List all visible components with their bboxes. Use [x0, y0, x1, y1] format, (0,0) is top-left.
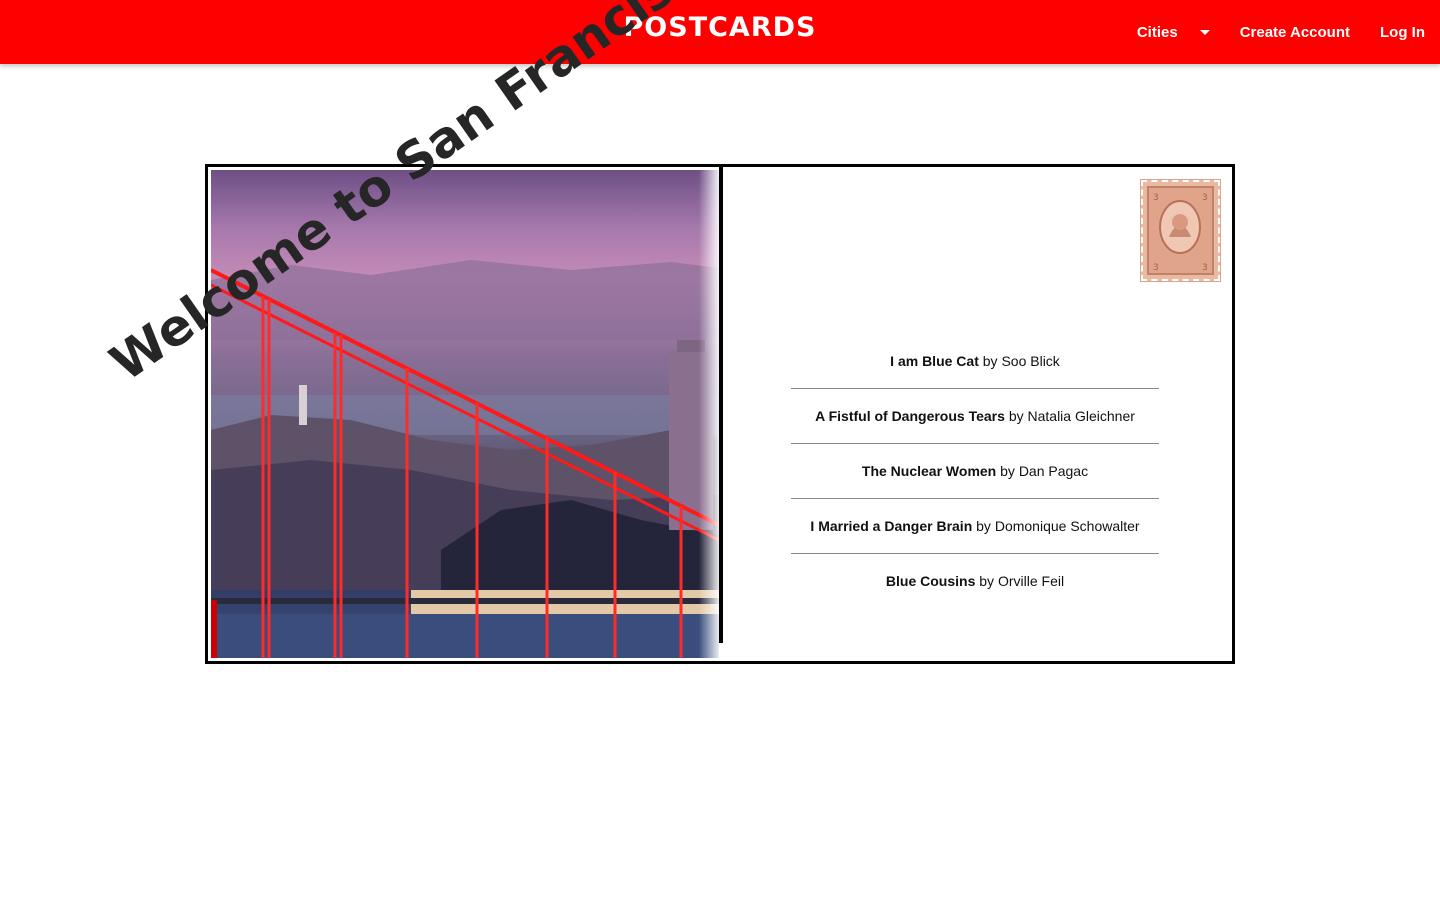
- story-author: Natalia Gleichner: [1027, 408, 1135, 424]
- story-by: by: [979, 573, 995, 589]
- story-title[interactable]: I Married a Danger Brain: [810, 518, 972, 534]
- story-item[interactable]: The Nuclear Women by Dan Pagac: [791, 444, 1159, 499]
- story-list: I am Blue Cat by Soo Blick A Fistful of …: [791, 334, 1159, 608]
- story-title[interactable]: I am Blue Cat: [890, 353, 979, 369]
- story-by: by: [982, 353, 998, 369]
- cities-dropdown[interactable]: Cities: [1137, 24, 1210, 41]
- postcard-divider: [719, 167, 723, 643]
- cities-label: Cities: [1136, 23, 1178, 41]
- story-title[interactable]: A Fistful of Dangerous Tears: [815, 408, 1005, 424]
- story-by: by: [1008, 408, 1024, 424]
- story-title[interactable]: Blue Cousins: [886, 573, 975, 589]
- nav-links: Cities Create Account Log In: [1107, 0, 1425, 64]
- svg-text:3: 3: [1153, 263, 1159, 273]
- postcard: 3 3 3 3 I am Blue Cat by Soo Blick A Fis…: [205, 164, 1235, 664]
- story-item[interactable]: I Married a Danger Brain by Domonique Sc…: [791, 499, 1159, 554]
- story-by: by: [1000, 463, 1015, 479]
- story-item[interactable]: A Fistful of Dangerous Tears by Natalia …: [791, 389, 1159, 444]
- postage-stamp-icon: 3 3 3 3: [1141, 180, 1220, 281]
- create-account-link[interactable]: Create Account: [1240, 24, 1350, 41]
- story-item[interactable]: I am Blue Cat by Soo Blick: [791, 334, 1159, 389]
- top-navbar: POSTCARDS Cities Create Account Log In: [0, 0, 1440, 64]
- svg-text:3: 3: [1202, 263, 1208, 273]
- story-item[interactable]: Blue Cousins by Orville Feil: [791, 554, 1159, 608]
- story-author: Domonique Schowalter: [994, 518, 1140, 534]
- story-title[interactable]: The Nuclear Women: [862, 463, 996, 479]
- story-author: Soo Blick: [1001, 353, 1060, 369]
- story-author: Dan Pagac: [1018, 463, 1089, 479]
- svg-text:3: 3: [1202, 193, 1208, 203]
- story-by: by: [976, 518, 991, 534]
- story-author: Orville Feil: [997, 573, 1065, 589]
- svg-text:3: 3: [1153, 193, 1159, 203]
- chevron-down-icon: [1199, 29, 1210, 35]
- login-link[interactable]: Log In: [1380, 24, 1425, 41]
